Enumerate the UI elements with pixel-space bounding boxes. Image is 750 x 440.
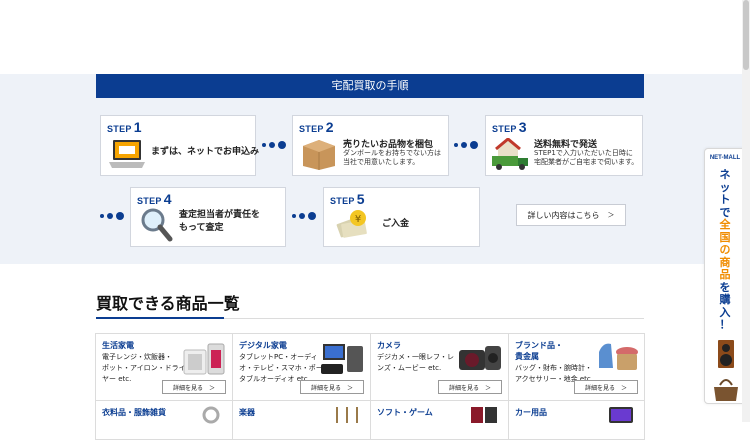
button-label: 詳細を見る xyxy=(310,384,341,392)
speaker-image-icon xyxy=(718,340,734,368)
netmall-vertical-text: ネットで全国の商品を購入！ xyxy=(719,168,731,331)
brand-bag-image-icon xyxy=(599,343,638,370)
category-digital-appliances[interactable]: デジタル家電 タブレットPC・オーディ オ・テレビ・スマホ・ポー タブルオーディ… xyxy=(232,333,371,401)
button-label: 詳細を見る xyxy=(448,384,479,392)
step-connector-2 xyxy=(454,141,478,149)
category-title: 生活家電 xyxy=(102,341,134,350)
laptop-icon xyxy=(109,140,145,168)
category-detail-button[interactable]: 詳細を見る ＞ xyxy=(574,380,638,394)
step-connector-4 xyxy=(292,212,316,220)
step-2-card: STEP 2 売りたいお品物を梱包 ダンボールをお持ちでない方は 当社で用意いたし… xyxy=(292,115,449,176)
step-4-label: STEP 4 xyxy=(137,191,172,207)
camera-image-icon xyxy=(459,346,501,370)
car-navi-image-icon xyxy=(609,407,633,423)
chevron-right-icon: ＞ xyxy=(347,384,354,392)
watch-image-icon xyxy=(202,406,220,424)
chevron-right-icon: ＞ xyxy=(485,384,492,392)
page-scrollbar-thumb[interactable] xyxy=(743,0,749,70)
step-5-label: STEP 5 xyxy=(330,191,365,207)
magnifier-icon xyxy=(141,208,173,242)
step-2-label: STEP 2 xyxy=(299,119,334,135)
chevron-right-icon: ＞ xyxy=(621,384,628,392)
step-2-subtext: ダンボールをお持ちでない方は 当社で用意いたします。 xyxy=(343,149,441,166)
appliance-image-icon xyxy=(183,343,225,375)
step-connector-3 xyxy=(100,212,124,220)
chevron-right-icon: ＞ xyxy=(209,384,216,392)
money-icon: ¥ xyxy=(336,210,367,238)
category-home-appliances[interactable]: 生活家電 電子レンジ・炊飯器・ ポット・アイロン・ドライ ヤー etc. 詳細を… xyxy=(95,333,233,401)
catalog-title: 買取できる商品一覧 xyxy=(96,294,240,313)
instrument-image-icon xyxy=(336,407,358,423)
netmall-side-banner[interactable]: NET-MALL ネットで全国の商品を購入！ xyxy=(704,148,746,404)
category-software-games[interactable]: ソフト・ゲーム xyxy=(370,400,509,440)
step-3-card: STEP 3 送料無料で発送 STEP1で入力いただいた日時に 宅配業者がご自宅ま… xyxy=(485,115,643,176)
digital-device-image-icon xyxy=(321,344,363,374)
flow-heading: 宅配買取の手順 xyxy=(96,74,644,98)
category-detail-button[interactable]: 詳細を見る ＞ xyxy=(300,380,364,394)
step-3-label: STEP 3 xyxy=(492,119,527,135)
category-title: カー用品 xyxy=(515,408,547,417)
chevron-right-icon: ＞ xyxy=(607,211,615,219)
step-5-title: ご入金 xyxy=(382,219,410,229)
step-1-card: STEP 1 まずは、ネットでお申込み xyxy=(100,115,260,176)
button-label: 詳細を見る xyxy=(172,384,203,392)
category-title: 楽器 xyxy=(239,408,255,417)
step-3-subtext: STEP1で入力いただいた日時に 宅配業者がご自宅まで伺います。 xyxy=(534,149,639,166)
category-car-goods[interactable]: カー用品 xyxy=(508,400,645,440)
category-brand-goods[interactable]: ブランド品・ 貴金属 バッグ・財布・腕時計・ アクセサリー・地金 etc. 詳細… xyxy=(508,333,645,401)
category-detail-button[interactable]: 詳細を見る ＞ xyxy=(438,380,502,394)
svg-text:¥: ¥ xyxy=(355,214,361,225)
step-5-card: STEP 5 ¥ ご入金 xyxy=(323,187,480,247)
step-4-card: STEP 4 査定担当者が責任を もって査定 xyxy=(130,187,286,247)
category-grid: 生活家電 電子レンジ・炊飯器・ ポット・アイロン・ドライ ヤー etc. 詳細を… xyxy=(95,333,645,440)
category-camera[interactable]: カメラ デジカメ・一眼レフ・レ ンズ・ムービー etc. 詳細を見る ＞ xyxy=(370,333,509,401)
handbag-image-icon xyxy=(714,379,738,401)
netmall-header: NET-MALL xyxy=(709,155,741,161)
flow-detail-button[interactable]: 詳しい内容はこちら ＞ xyxy=(516,204,626,226)
cardboard-box-icon xyxy=(303,140,335,170)
button-label: 詳細を見る xyxy=(584,384,615,392)
step-4-title: 査定担当者が責任を もって査定 xyxy=(179,210,261,233)
category-detail-button[interactable]: 詳細を見る ＞ xyxy=(162,380,226,394)
delivery-house-icon xyxy=(492,138,528,170)
flow-detail-button-label: 詳しい内容はこちら xyxy=(527,210,600,220)
page-top-blank xyxy=(0,0,750,74)
category-description: デジカメ・一眼レフ・レ ンズ・ムービー etc. xyxy=(377,353,454,372)
step-1-label: STEP 1 xyxy=(107,119,142,135)
category-title: 衣料品・服飾雑貨 xyxy=(102,408,166,417)
category-title: カメラ xyxy=(377,341,401,350)
game-image-icon xyxy=(471,407,497,423)
category-instruments[interactable]: 楽器 xyxy=(232,400,371,440)
category-clothing[interactable]: 衣料品・服飾雑貨 xyxy=(95,400,233,440)
step-1-title: まずは、ネットでお申込み xyxy=(151,147,260,157)
step-connector-1 xyxy=(262,141,286,149)
category-title: デジタル家電 xyxy=(239,341,287,350)
catalog-title-underline xyxy=(96,317,224,319)
category-title: ソフト・ゲーム xyxy=(377,408,433,417)
